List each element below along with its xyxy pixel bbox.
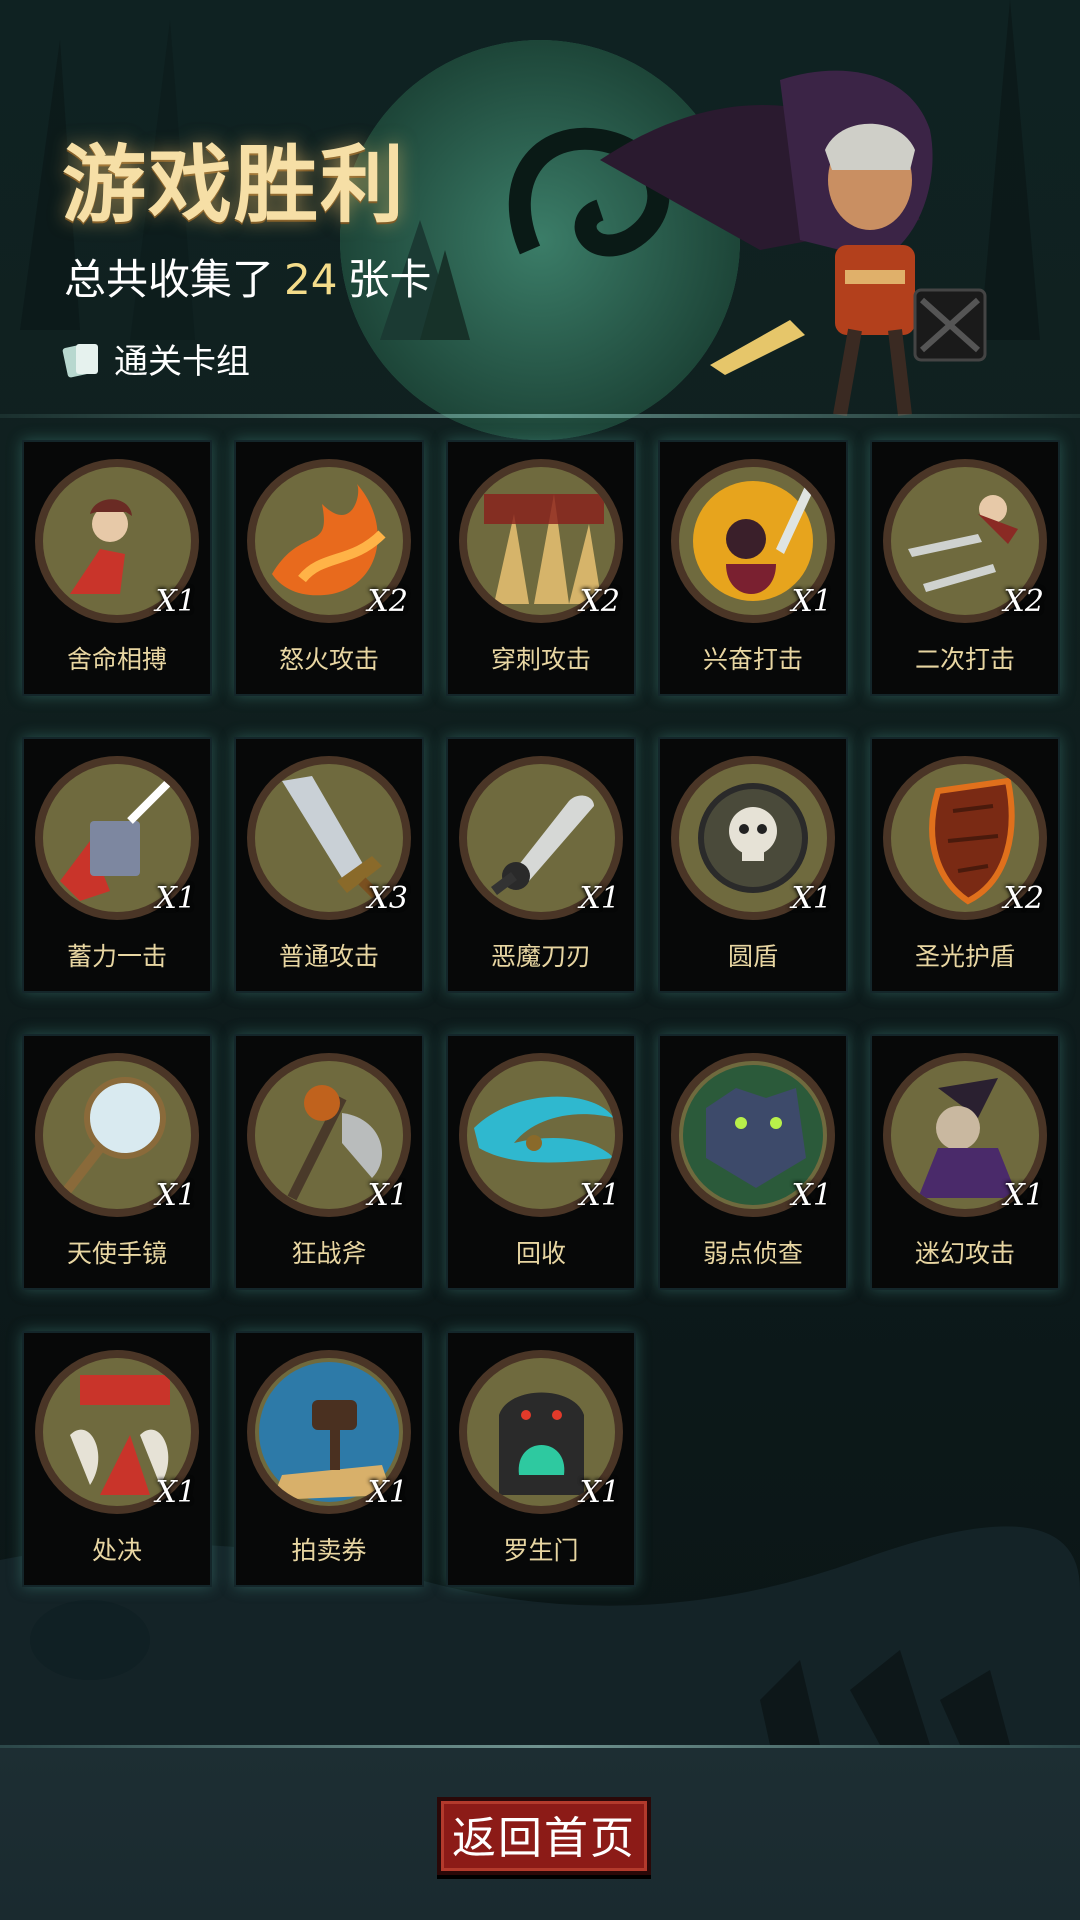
card-quantity: X2 bbox=[367, 584, 408, 619]
card-name: 圆盾 bbox=[727, 942, 778, 971]
summary-suffix: 张卡 bbox=[347, 255, 432, 304]
card-quantity: X1 bbox=[1003, 1178, 1044, 1213]
card-item[interactable]: X1 恶魔刀刃 bbox=[446, 737, 636, 993]
game-scene: 游戏胜利 总共收集了 24 张卡 通关卡组 X1 舍命相搏 X2 怒火攻击 X2 穿刺攻击 X1… bbox=[0, 0, 1080, 1920]
card-quantity: X1 bbox=[579, 1178, 620, 1213]
card-quantity: X1 bbox=[367, 1475, 408, 1510]
cards-icon bbox=[62, 343, 98, 377]
card-name: 圣光护盾 bbox=[914, 942, 1015, 971]
card-item[interactable]: X1 狂战斧 bbox=[234, 1034, 424, 1290]
card-name: 罗生门 bbox=[503, 1536, 579, 1565]
collection-summary: 总共收集了 24 张卡 bbox=[64, 246, 431, 307]
card-item[interactable]: X1 处决 bbox=[22, 1331, 212, 1587]
card-name: 恶魔刀刃 bbox=[490, 942, 591, 971]
card-quantity: X1 bbox=[579, 881, 620, 916]
card-item[interactable]: X1 罗生门 bbox=[446, 1331, 636, 1587]
card-item[interactable]: X1 弱点侦查 bbox=[658, 1034, 848, 1290]
card-item[interactable]: X1 拍卖券 bbox=[234, 1331, 424, 1587]
card-item[interactable]: X1 迷幻攻击 bbox=[870, 1034, 1060, 1290]
card-name: 蓄力一击 bbox=[66, 942, 167, 971]
hero-illustration bbox=[508, 70, 987, 417]
card-quantity: X3 bbox=[367, 881, 408, 916]
page-title: 游戏胜利 bbox=[62, 136, 407, 234]
card-quantity: X1 bbox=[579, 1475, 620, 1510]
card-name: 二次打击 bbox=[914, 645, 1015, 674]
card-item[interactable]: X2 圣光护盾 bbox=[870, 737, 1060, 993]
card-name: 处决 bbox=[91, 1536, 142, 1565]
card-quantity: X1 bbox=[791, 1178, 832, 1213]
card-name: 迷幻攻击 bbox=[914, 1239, 1015, 1268]
card-quantity: X1 bbox=[791, 584, 832, 619]
card-item[interactable]: X1 圆盾 bbox=[658, 737, 848, 993]
divider bbox=[0, 414, 1080, 418]
card-name: 舍命相搏 bbox=[66, 645, 167, 674]
card-quantity: X1 bbox=[791, 881, 832, 916]
deck-label-text: 通关卡组 bbox=[114, 342, 250, 382]
card-item[interactable]: X1 回收 bbox=[446, 1034, 636, 1290]
card-name: 兴奋打击 bbox=[702, 645, 803, 674]
card-quantity: X2 bbox=[579, 584, 620, 619]
card-item[interactable]: X1 蓄力一击 bbox=[22, 737, 212, 993]
card-name: 普通攻击 bbox=[278, 942, 379, 971]
card-quantity: X1 bbox=[155, 1178, 196, 1213]
card-name: 弱点侦查 bbox=[702, 1239, 803, 1268]
card-quantity: X1 bbox=[155, 584, 196, 619]
card-quantity: X1 bbox=[367, 1178, 408, 1213]
card-name: 狂战斧 bbox=[291, 1239, 367, 1268]
card-item[interactable]: X3 普通攻击 bbox=[234, 737, 424, 993]
card-count: 24 bbox=[284, 255, 338, 304]
card-item[interactable]: X2 怒火攻击 bbox=[234, 440, 424, 696]
footer-divider bbox=[0, 1745, 1080, 1748]
return-home-button[interactable]: 返回首页 bbox=[437, 1797, 651, 1875]
card-item[interactable]: X1 舍命相搏 bbox=[22, 440, 212, 696]
deck-section-label: 通关卡组 bbox=[62, 334, 250, 383]
card-name: 拍卖券 bbox=[291, 1536, 367, 1565]
card-name: 怒火攻击 bbox=[278, 645, 379, 674]
card-quantity: X1 bbox=[155, 1475, 196, 1510]
card-quantity: X2 bbox=[1003, 881, 1044, 916]
summary-prefix: 总共收集了 bbox=[64, 255, 275, 304]
card-quantity: X2 bbox=[1003, 584, 1044, 619]
card-item[interactable]: X1 天使手镜 bbox=[22, 1034, 212, 1290]
card-item[interactable]: X2 二次打击 bbox=[870, 440, 1060, 696]
card-name: 穿刺攻击 bbox=[490, 645, 591, 674]
card-name: 回收 bbox=[515, 1239, 566, 1268]
card-item[interactable]: X2 穿刺攻击 bbox=[446, 440, 636, 696]
card-item[interactable]: X1 兴奋打击 bbox=[658, 440, 848, 696]
card-name: 天使手镜 bbox=[66, 1239, 167, 1268]
header: 游戏胜利 总共收集了 24 张卡 通关卡组 bbox=[0, 0, 1080, 420]
card-quantity: X1 bbox=[155, 881, 196, 916]
